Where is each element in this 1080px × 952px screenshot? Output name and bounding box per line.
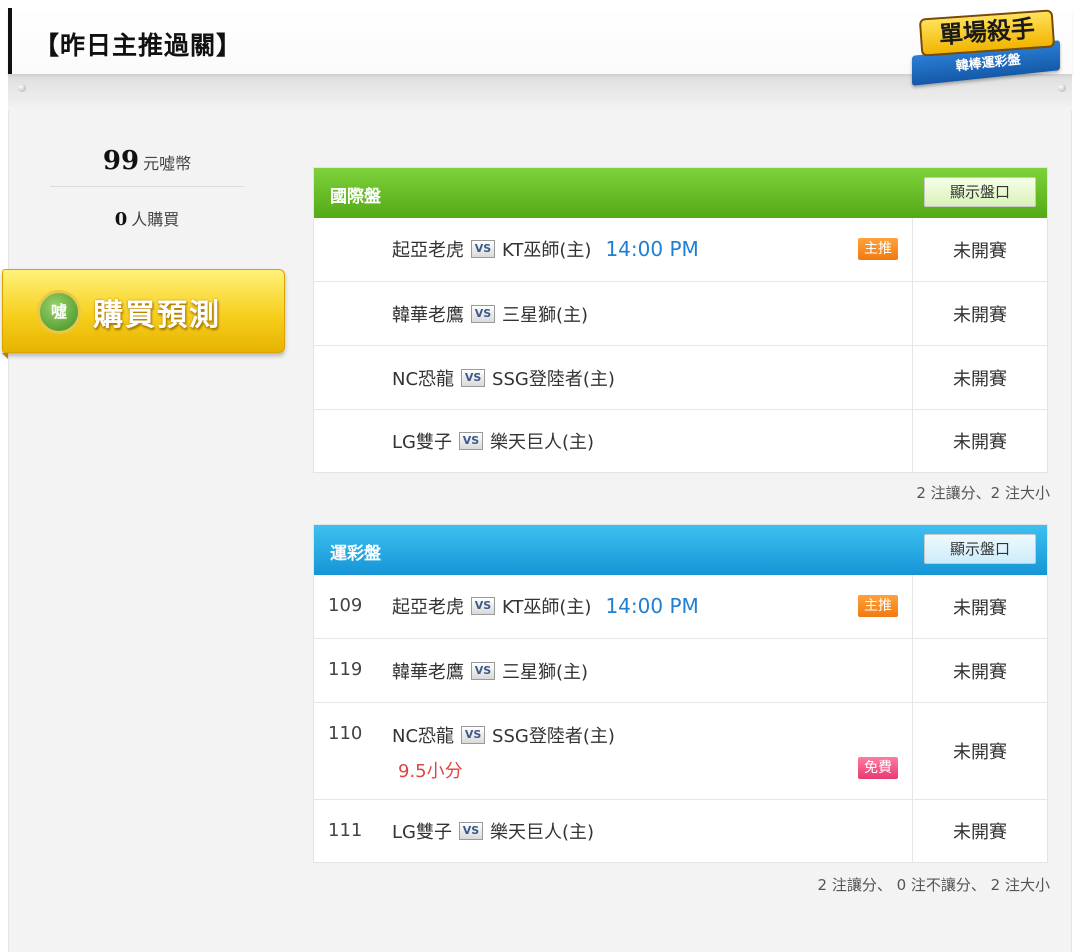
price-unit: 元噓幣	[143, 154, 192, 173]
pin-icon	[18, 84, 26, 92]
vs-icon: VS	[471, 662, 495, 680]
match-cell: 起亞老虎 VS KT巫師(主) 14:00 PM 主推	[314, 218, 913, 281]
vs-icon: VS	[471, 597, 495, 615]
match-cell: 韓華老鷹 VS 三星獅(主)	[314, 282, 913, 345]
away-team: KT巫師(主)	[502, 597, 592, 618]
vs-icon: VS	[458, 822, 483, 840]
buyers-unit: 人購買	[131, 210, 180, 229]
brand-badge: 韓棒運彩盤 單場殺手	[906, 8, 1066, 92]
panel-sports-lottery: 運彩盤 顯示盤口 109 起亞老虎 VS KT巫師(主) 14:00 PM 主推…	[313, 524, 1048, 863]
panel-header: 國際盤 顯示盤口	[314, 168, 1047, 218]
game-number: 111	[328, 820, 363, 841]
main-pick-badge: 主推	[858, 595, 898, 617]
match-row: 119 韓華老鷹 VS 三星獅(主) 未開賽	[314, 638, 1047, 702]
home-team: NC恐龍	[392, 369, 455, 390]
game-status: 未開賽	[953, 742, 1007, 763]
match-cell: LG雙子 VS 樂天巨人(主)	[314, 410, 913, 472]
matchup: NC恐龍 VS SSG登陸者(主)	[392, 722, 615, 748]
home-team: LG雙子	[392, 432, 452, 453]
match-cell: 110 NC恐龍 VS SSG登陸者(主) 9.5小分 免費	[314, 703, 913, 799]
away-team: SSG登陸者(主)	[492, 726, 615, 747]
show-odds-button[interactable]: 顯示盤口	[924, 177, 1036, 207]
home-team: 起亞老虎	[392, 240, 464, 261]
match-row: LG雙子 VS 樂天巨人(主) 未開賽	[314, 409, 1047, 472]
matchup: 韓華老鷹 VS 三星獅(主)	[392, 301, 588, 327]
match-list: 起亞老虎 VS KT巫師(主) 14:00 PM 主推 未開賽 韓華老鷹 VS …	[314, 218, 1047, 472]
price-value: 99	[102, 146, 140, 176]
show-odds-button[interactable]: 顯示盤口	[924, 534, 1036, 564]
panel-title: 國際盤	[330, 187, 381, 207]
match-row: 起亞老虎 VS KT巫師(主) 14:00 PM 主推 未開賽	[314, 218, 1047, 281]
game-time: 14:00 PM	[605, 594, 699, 618]
matchup: 起亞老虎 VS KT巫師(主) 14:00 PM	[392, 593, 699, 619]
vs-icon: VS	[461, 726, 486, 744]
away-team: 三星獅(主)	[502, 662, 589, 683]
pick-value: 9.5小分	[398, 761, 463, 782]
away-team: 樂天巨人(主)	[489, 432, 595, 453]
panel-header: 運彩盤 顯示盤口	[314, 525, 1047, 575]
match-cell: 109 起亞老虎 VS KT巫師(主) 14:00 PM 主推	[314, 575, 913, 638]
match-row: 111 LG雙子 VS 樂天巨人(主) 未開賽	[314, 799, 1047, 862]
main-pick-badge: 主推	[858, 238, 898, 260]
match-list: 109 起亞老虎 VS KT巫師(主) 14:00 PM 主推 未開賽 119 …	[314, 575, 1047, 862]
buy-prediction-label: 購買預測	[93, 298, 221, 333]
match-cell: NC恐龍 VS SSG登陸者(主)	[314, 346, 913, 409]
vs-icon: VS	[458, 432, 483, 450]
buyers-value: 0	[114, 209, 128, 230]
game-number: 109	[328, 595, 363, 616]
panel-international: 國際盤 顯示盤口 起亞老虎 VS KT巫師(主) 14:00 PM 主推 未開賽…	[313, 167, 1048, 473]
button-fold	[2, 353, 8, 359]
match-row: 109 起亞老虎 VS KT巫師(主) 14:00 PM 主推 未開賽	[314, 575, 1047, 638]
home-team: 起亞老虎	[392, 597, 464, 618]
away-team: 樂天巨人(主)	[489, 822, 595, 843]
free-badge: 免費	[858, 757, 898, 779]
matchup: NC恐龍 VS SSG登陸者(主)	[392, 365, 615, 391]
buy-prediction-button[interactable]: 噓 購買預測	[2, 269, 285, 353]
game-time: 14:00 PM	[605, 237, 699, 261]
matchup: 起亞老虎 VS KT巫師(主) 14:00 PM	[392, 236, 699, 262]
game-number: 110	[328, 723, 363, 744]
buyers-info: 0 人購買	[50, 206, 244, 230]
away-team: 三星獅(主)	[502, 305, 589, 326]
home-team: NC恐龍	[392, 726, 455, 747]
match-cell: 119 韓華老鷹 VS 三星獅(主)	[314, 639, 913, 702]
away-team: KT巫師(主)	[502, 240, 592, 261]
game-status: 未開賽	[953, 822, 1007, 843]
vs-icon: VS	[471, 240, 495, 258]
home-team: LG雙子	[392, 822, 452, 843]
match-row: NC恐龍 VS SSG登陸者(主) 未開賽	[314, 345, 1047, 409]
matchup: LG雙子 VS 樂天巨人(主)	[392, 428, 594, 454]
home-team: 韓華老鷹	[392, 662, 464, 683]
coin-icon: 噓	[37, 290, 81, 334]
divider	[50, 186, 244, 187]
game-status: 未開賽	[953, 432, 1007, 453]
game-status: 未開賽	[953, 368, 1007, 390]
bet-summary: 2 注讓分、 0 注不讓分、 2 注大小	[817, 876, 1050, 894]
vs-icon: VS	[471, 305, 495, 323]
matchup: 韓華老鷹 VS 三星獅(主)	[392, 658, 588, 684]
match-row: 韓華老鷹 VS 三星獅(主) 未開賽	[314, 281, 1047, 345]
match-row: 110 NC恐龍 VS SSG登陸者(主) 9.5小分 免費 未開賽	[314, 702, 1047, 799]
home-team: 韓華老鷹	[392, 305, 464, 326]
bet-summary: 2 注讓分、2 注大小	[916, 484, 1050, 502]
price-info: 99 元噓幣	[50, 146, 244, 176]
vs-icon: VS	[461, 369, 486, 387]
game-status: 未開賽	[953, 304, 1007, 326]
page-title: 【昨日主推過關】	[34, 31, 243, 60]
game-status: 未開賽	[953, 597, 1007, 619]
game-status: 未開賽	[953, 661, 1007, 683]
game-status: 未開賽	[953, 240, 1007, 262]
game-number: 119	[328, 659, 363, 680]
panel-title: 運彩盤	[330, 544, 381, 564]
match-cell: 111 LG雙子 VS 樂天巨人(主)	[314, 800, 913, 862]
away-team: SSG登陸者(主)	[492, 369, 615, 390]
matchup: LG雙子 VS 樂天巨人(主)	[392, 818, 594, 844]
